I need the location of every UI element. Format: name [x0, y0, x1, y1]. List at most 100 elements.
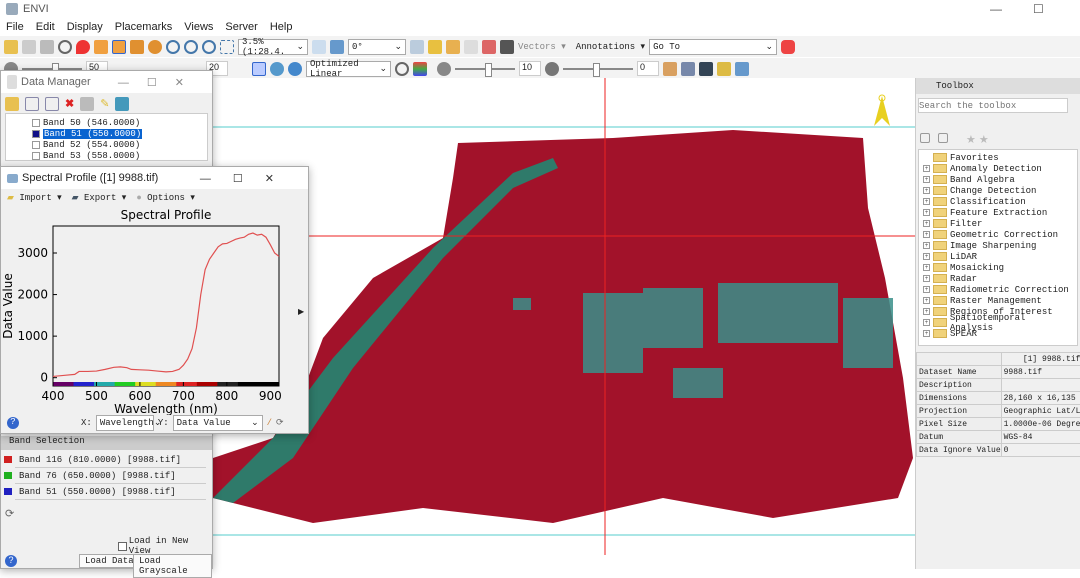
x-axis-combo[interactable]: Wavelength⌄	[96, 415, 154, 431]
expand-all-icon[interactable]	[45, 97, 59, 111]
channel-color-icon[interactable]	[4, 472, 12, 479]
zoom-combo[interactable]: 3.5% (1:28.4.⌄	[238, 39, 308, 55]
expand-icon[interactable]: +	[923, 165, 930, 172]
band-item[interactable]: Band 53 (558.0000)	[32, 150, 207, 161]
menu-views[interactable]: Views	[184, 21, 213, 33]
view-icon-1[interactable]	[699, 62, 713, 76]
star-icon[interactable]: ★ ★	[966, 133, 989, 146]
rotation-combo[interactable]: 0°⌄	[348, 39, 406, 55]
export-icon[interactable]	[115, 97, 129, 111]
tool-icon-2[interactable]	[428, 40, 442, 54]
toolbox-item[interactable]: +Classification	[923, 196, 1073, 207]
band-item[interactable]: Band 50 (546.0000)	[32, 117, 207, 128]
refresh-icon[interactable]: ⟳	[276, 418, 284, 428]
toolbox-item[interactable]: +LiDAR	[923, 251, 1073, 262]
collapse-all-icon[interactable]	[25, 97, 39, 111]
band-checkbox[interactable]	[32, 141, 40, 149]
band-selection-header[interactable]: Band Selection	[1, 436, 212, 450]
window-controls[interactable]: —☐✕	[118, 76, 202, 89]
toolbox-item[interactable]: +Geometric Correction	[923, 229, 1073, 240]
transparency-slider[interactable]	[563, 68, 633, 70]
transparency-value[interactable]: 0	[637, 61, 659, 76]
toolbox-item[interactable]: +Filter	[923, 218, 1073, 229]
toolbox-item[interactable]: +Spatiotemporal Analysis	[923, 317, 1073, 328]
remove-icon[interactable]	[781, 40, 795, 54]
import-menu[interactable]: ▰ Import ▾	[7, 193, 62, 203]
view-icon-3[interactable]	[735, 62, 749, 76]
goto-combo[interactable]: Go To⌄	[649, 39, 777, 55]
channel-color-icon[interactable]	[4, 488, 12, 495]
measure-icon[interactable]	[663, 62, 677, 76]
band-checkbox[interactable]	[32, 130, 40, 138]
menu-help[interactable]: Help	[270, 21, 293, 33]
menu-file[interactable]: File	[6, 21, 24, 33]
toolbox-item[interactable]: +Anomaly Detection	[923, 163, 1073, 174]
load-grayscale-button[interactable]: Load Grayscale	[133, 554, 212, 578]
expand-icon[interactable]: +	[923, 242, 930, 249]
menu-placemarks[interactable]: Placemarks	[115, 21, 172, 33]
annotations-menu[interactable]: Annotations ▾	[576, 42, 645, 52]
collapse-icon[interactable]	[920, 133, 930, 143]
toolbox-item[interactable]: +Feature Extraction	[923, 207, 1073, 218]
tool-icon-1[interactable]	[410, 40, 424, 54]
band-selection-row[interactable]: Band 76 (650.0000) [9988.tif]	[1, 468, 206, 484]
menu-edit[interactable]: Edit	[36, 21, 55, 33]
zoom-out-icon[interactable]	[202, 40, 216, 54]
toolbox-item[interactable]: +Favorites	[923, 152, 1073, 163]
globe-icon[interactable]	[270, 62, 284, 76]
toolbox-item[interactable]: +Image Sharpening	[923, 240, 1073, 251]
minimize-button[interactable]: —	[990, 2, 1002, 16]
stretch-combo[interactable]: Optimized Linear⌄	[306, 61, 391, 77]
select-icon[interactable]	[94, 40, 108, 54]
tool-icon-3[interactable]	[446, 40, 460, 54]
expand-icon[interactable]: +	[923, 286, 930, 293]
band-checkbox[interactable]	[32, 119, 40, 127]
expand-icon[interactable]: +	[923, 231, 930, 238]
expand-icon[interactable]: +	[923, 319, 930, 326]
expand-icon[interactable]: +	[923, 308, 930, 315]
fly-icon[interactable]	[130, 40, 144, 54]
tool-icon-6[interactable]	[500, 40, 514, 54]
stretch-icon[interactable]	[252, 62, 266, 76]
image-icon[interactable]	[681, 62, 695, 76]
toolbox-search-input[interactable]	[918, 98, 1068, 113]
zoom-in-icon[interactable]	[184, 40, 198, 54]
window-controls[interactable]: —☐✕	[200, 172, 296, 185]
menu-server[interactable]: Server	[225, 21, 257, 33]
y-axis-combo[interactable]: Data Value⌄	[173, 415, 263, 431]
brush-icon[interactable]: /	[267, 418, 272, 428]
load-new-view-checkbox[interactable]: Load in New View	[118, 536, 212, 556]
band-item[interactable]: Band 51 (550.0000)	[32, 128, 207, 139]
display-icon[interactable]	[40, 40, 54, 54]
expand-icon[interactable]: +	[923, 209, 930, 216]
maximize-button[interactable]: ☐	[1033, 2, 1044, 16]
expand-icon[interactable]: +	[923, 264, 930, 271]
expand-icon[interactable]: +	[923, 198, 930, 205]
export-menu[interactable]: ▰ Export ▾	[72, 193, 127, 203]
close-file-icon[interactable]: ✖	[65, 97, 74, 109]
tool-icon-4[interactable]	[464, 40, 478, 54]
pin-icon[interactable]: ✎	[100, 97, 109, 109]
view-icon-2[interactable]	[717, 62, 731, 76]
vectors-menu[interactable]: Vectors ▾	[518, 42, 566, 52]
toolbox-item[interactable]: +Band Algebra	[923, 174, 1073, 185]
rotate-left-icon[interactable]	[312, 40, 326, 54]
menu-display[interactable]: Display	[67, 21, 103, 33]
expand-icon[interactable]: +	[923, 330, 930, 337]
zoom-extent-icon[interactable]	[220, 40, 234, 54]
help-icon[interactable]: ?	[5, 555, 17, 567]
tool-icon-5[interactable]	[482, 40, 496, 54]
expand-icon[interactable]: +	[923, 297, 930, 304]
toolbox-item[interactable]: +Radar	[923, 273, 1073, 284]
band-selection-row[interactable]: Band 51 (550.0000) [9988.tif]	[1, 484, 206, 500]
color-table-icon[interactable]	[413, 62, 427, 76]
toolbox-item[interactable]: +Mosaicking	[923, 262, 1073, 273]
expand-icon[interactable]: +	[923, 187, 930, 194]
open-file-icon[interactable]	[5, 97, 19, 111]
toolbox-item[interactable]: +Radiometric Correction	[923, 284, 1073, 295]
options-menu[interactable]: ● Options ▾	[136, 193, 195, 203]
pan-icon[interactable]	[112, 40, 126, 54]
data-manager-icon[interactable]	[22, 40, 36, 54]
toolbox-item[interactable]: +Change Detection	[923, 185, 1073, 196]
refresh-icon[interactable]	[395, 62, 409, 76]
